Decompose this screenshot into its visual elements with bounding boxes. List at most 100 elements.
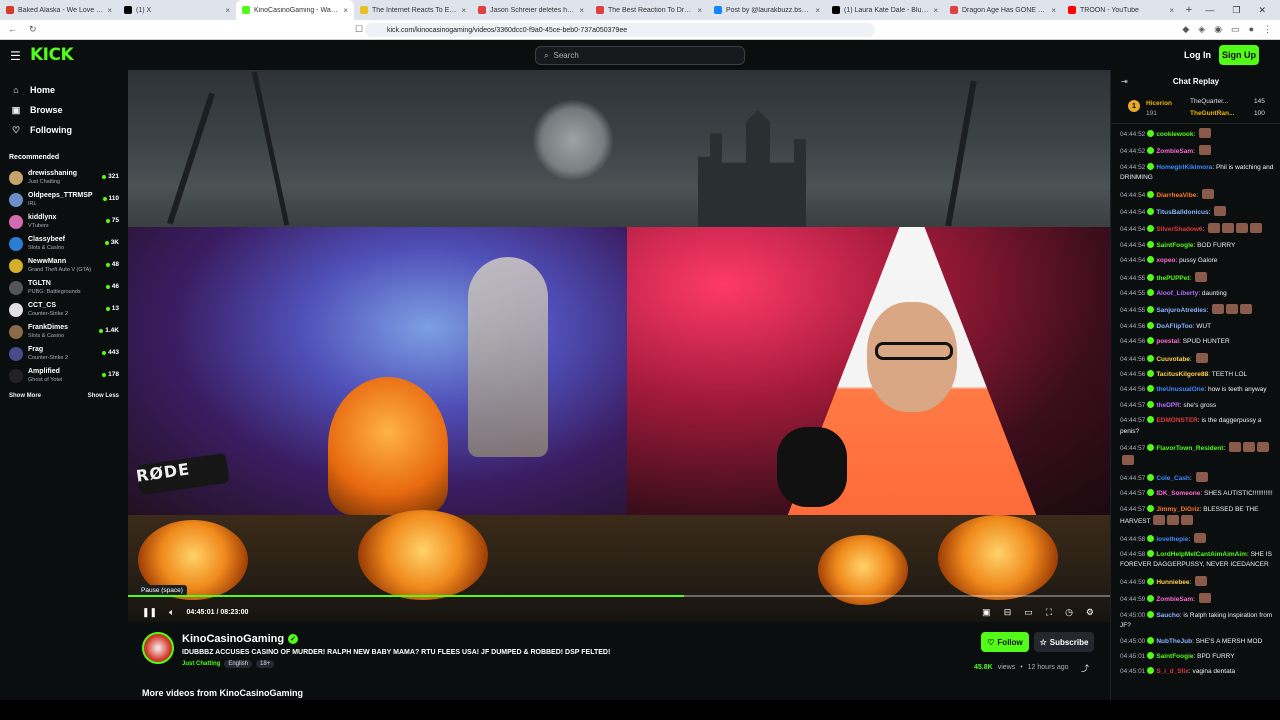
extension-icon[interactable]: ◆	[1182, 24, 1189, 35]
browser-tab[interactable]: Jason Schreier deletes his post abo ×	[472, 0, 590, 20]
new-tab-button[interactable]: +	[1180, 4, 1198, 16]
reload-icon[interactable]: ↻	[29, 24, 37, 35]
gifter-2-name[interactable]: TheQuarter...	[1190, 98, 1228, 105]
back-icon[interactable]: ←	[8, 24, 17, 35]
message-username[interactable]: EDMONSTER	[1156, 417, 1198, 424]
message-username[interactable]: Cole_Cash	[1156, 475, 1190, 482]
recommended-channel[interactable]: Oldpeeps_TTRMSP IRL 110	[0, 189, 128, 211]
recommended-channel[interactable]: FrankDimes Slots & Casino 1.4K	[0, 321, 128, 343]
sidebar-item-following[interactable]: ♡ Following	[0, 120, 128, 140]
browser-tab[interactable]: (1) X ×	[118, 0, 236, 20]
volume-icon[interactable]: 🔈︎	[169, 607, 174, 618]
tab-close-icon[interactable]: ×	[579, 6, 584, 15]
browser-tab[interactable]: Post by @laurakbuzz.bsky.social ×	[708, 0, 826, 20]
tab-close-icon[interactable]: ×	[107, 6, 112, 15]
bookmark-icon[interactable]: ☐	[355, 24, 363, 35]
tab-close-icon[interactable]: ×	[1051, 6, 1056, 15]
category-link[interactable]: Just Chatting	[182, 661, 220, 667]
kick-logo[interactable]: KICK	[30, 45, 74, 65]
recommended-channel[interactable]: Frag Counter-Strike 2 443	[0, 343, 128, 365]
tab-close-icon[interactable]: ×	[343, 6, 348, 15]
show-more-button[interactable]: Show More	[9, 393, 41, 399]
message-username[interactable]: Aloof_Liberty	[1156, 290, 1198, 297]
menu-icon[interactable]: ⋮	[1263, 24, 1272, 35]
tab-close-icon[interactable]: ×	[815, 6, 820, 15]
extension-icon[interactable]: ◉	[1214, 24, 1222, 35]
message-username[interactable]: lovethepie	[1156, 536, 1188, 543]
clip-icon[interactable]: ⊟	[1004, 607, 1012, 618]
message-username[interactable]: DiarrheaVibe	[1156, 192, 1196, 199]
message-username[interactable]: Cuuvotabe	[1156, 356, 1190, 363]
message-username[interactable]: theDPR	[1156, 402, 1179, 409]
message-username[interactable]: Hunniebee	[1156, 579, 1189, 586]
recommended-channel[interactable]: NewwMann Grand Theft Auto V (GTA) 48	[0, 255, 128, 277]
message-username[interactable]: S_i_d_Slix	[1156, 668, 1189, 675]
recommended-channel[interactable]: CCT_CS Counter-Strike 2 13	[0, 299, 128, 321]
browser-tab[interactable]: KinoCasinoGaming - Watch ×	[236, 0, 354, 20]
recommended-channel[interactable]: Classybeef Slots & Casino 3K	[0, 233, 128, 255]
message-username[interactable]: Saucho	[1156, 612, 1179, 619]
show-less-button[interactable]: Show Less	[88, 393, 119, 399]
signup-button[interactable]: Sign Up	[1219, 45, 1259, 65]
url-field[interactable]: kick.com/kinocasinogaming/videos/3360dcc…	[365, 23, 875, 37]
recommended-channel[interactable]: drewisshaning Just Chatting 321	[0, 167, 128, 189]
tab-close-icon[interactable]: ×	[933, 6, 938, 15]
message-username[interactable]: ZombieSam	[1156, 148, 1193, 155]
close-window-icon[interactable]: ✕	[1258, 5, 1266, 16]
subscribe-button[interactable]: ☆ Subscribe	[1034, 632, 1094, 652]
follow-button[interactable]: ♡ Follow	[981, 632, 1029, 652]
top-gifter-name[interactable]: Hicerion	[1146, 100, 1172, 107]
message-username[interactable]: FlavorTown_Resident	[1156, 445, 1223, 452]
channel-avatar[interactable]	[142, 632, 174, 664]
sidebar-item-browse[interactable]: ▣ Browse	[0, 100, 128, 120]
recommended-channel[interactable]: kiddlynx VTubers 75	[0, 211, 128, 233]
login-button[interactable]: Log In	[1184, 50, 1211, 60]
recommended-channel[interactable]: TGLTN PUBG: Battlegrounds 46	[0, 277, 128, 299]
channel-name[interactable]: KinoCasinoGaming	[182, 633, 284, 645]
profile-icon[interactable]: ●	[1249, 24, 1254, 35]
message-username[interactable]: Jimmy_DiGriz	[1156, 506, 1199, 513]
progress-bar[interactable]	[128, 595, 1110, 597]
browser-tab[interactable]: The Best Reaction To Dragon Age ×	[590, 0, 708, 20]
miniplayer-icon[interactable]: ▣	[982, 607, 991, 618]
message-username[interactable]: TitusBalldonicus	[1156, 209, 1208, 216]
browser-tab[interactable]: TROON - YouTube ×	[1062, 0, 1180, 20]
tag-language[interactable]: English	[224, 660, 253, 668]
message-username[interactable]: xopeo	[1156, 257, 1175, 264]
message-username[interactable]: SaintFoogie	[1156, 653, 1193, 660]
tab-close-icon[interactable]: ×	[697, 6, 702, 15]
message-username[interactable]: cookiewook	[1156, 131, 1193, 138]
message-username[interactable]: LordHelpMeICantAimAimAim	[1156, 551, 1247, 558]
theater-mode-icon[interactable]: ▭	[1024, 607, 1033, 618]
tab-close-icon[interactable]: ×	[461, 6, 466, 15]
message-username[interactable]: SanjuroAtredies	[1156, 307, 1206, 314]
video-player[interactable]: RØDE Pause (space) ❚❚ 🔈︎ 04:45:01 / 08:2…	[128, 70, 1110, 622]
message-username[interactable]: HomegirlKikimora	[1156, 164, 1212, 171]
message-username[interactable]: SilverShadow6	[1156, 226, 1202, 233]
gifter-3-name[interactable]: TheGuntRan...	[1190, 110, 1234, 117]
fullscreen-icon[interactable]: ⛶	[1046, 607, 1052, 618]
share-icon[interactable]: ⤴	[1081, 663, 1089, 674]
message-username[interactable]: theUnusualOne	[1156, 386, 1204, 393]
maximize-icon[interactable]: ❐	[1232, 5, 1240, 16]
settings-icon[interactable]: ⚙	[1086, 607, 1094, 618]
hamburger-menu-icon[interactable]: ☰	[10, 49, 21, 63]
tab-close-icon[interactable]: ×	[225, 6, 230, 15]
message-username[interactable]: poestal	[1156, 338, 1179, 345]
message-username[interactable]: NubTheJub	[1156, 638, 1192, 645]
minimize-icon[interactable]: —	[1205, 5, 1214, 16]
message-username[interactable]: DoAFlipToo	[1156, 323, 1192, 330]
search-input[interactable]: ⌕ Search	[535, 46, 745, 65]
tab-close-icon[interactable]: ×	[1169, 6, 1174, 15]
message-username[interactable]: thePUPPet	[1156, 275, 1189, 282]
browser-tab[interactable]: Dragon Age Has GONE BLOKE! (T ×	[944, 0, 1062, 20]
message-username[interactable]: ZombieSam	[1156, 596, 1193, 603]
message-username[interactable]: TacitusKilgore88	[1156, 371, 1208, 378]
browser-tab[interactable]: (1) Laura Kate Dale - Bluesky @Lau ×	[826, 0, 944, 20]
message-username[interactable]: SaintFoogle	[1156, 242, 1193, 249]
pause-icon[interactable]: ❚❚	[142, 607, 157, 618]
sidebar-item-home[interactable]: ⌂ Home	[0, 80, 128, 100]
tag-mature[interactable]: 18+	[256, 660, 275, 668]
playback-speed-icon[interactable]: ◷	[1065, 607, 1073, 618]
browser-tab[interactable]: The Internet Reacts To Electronic A ×	[354, 0, 472, 20]
